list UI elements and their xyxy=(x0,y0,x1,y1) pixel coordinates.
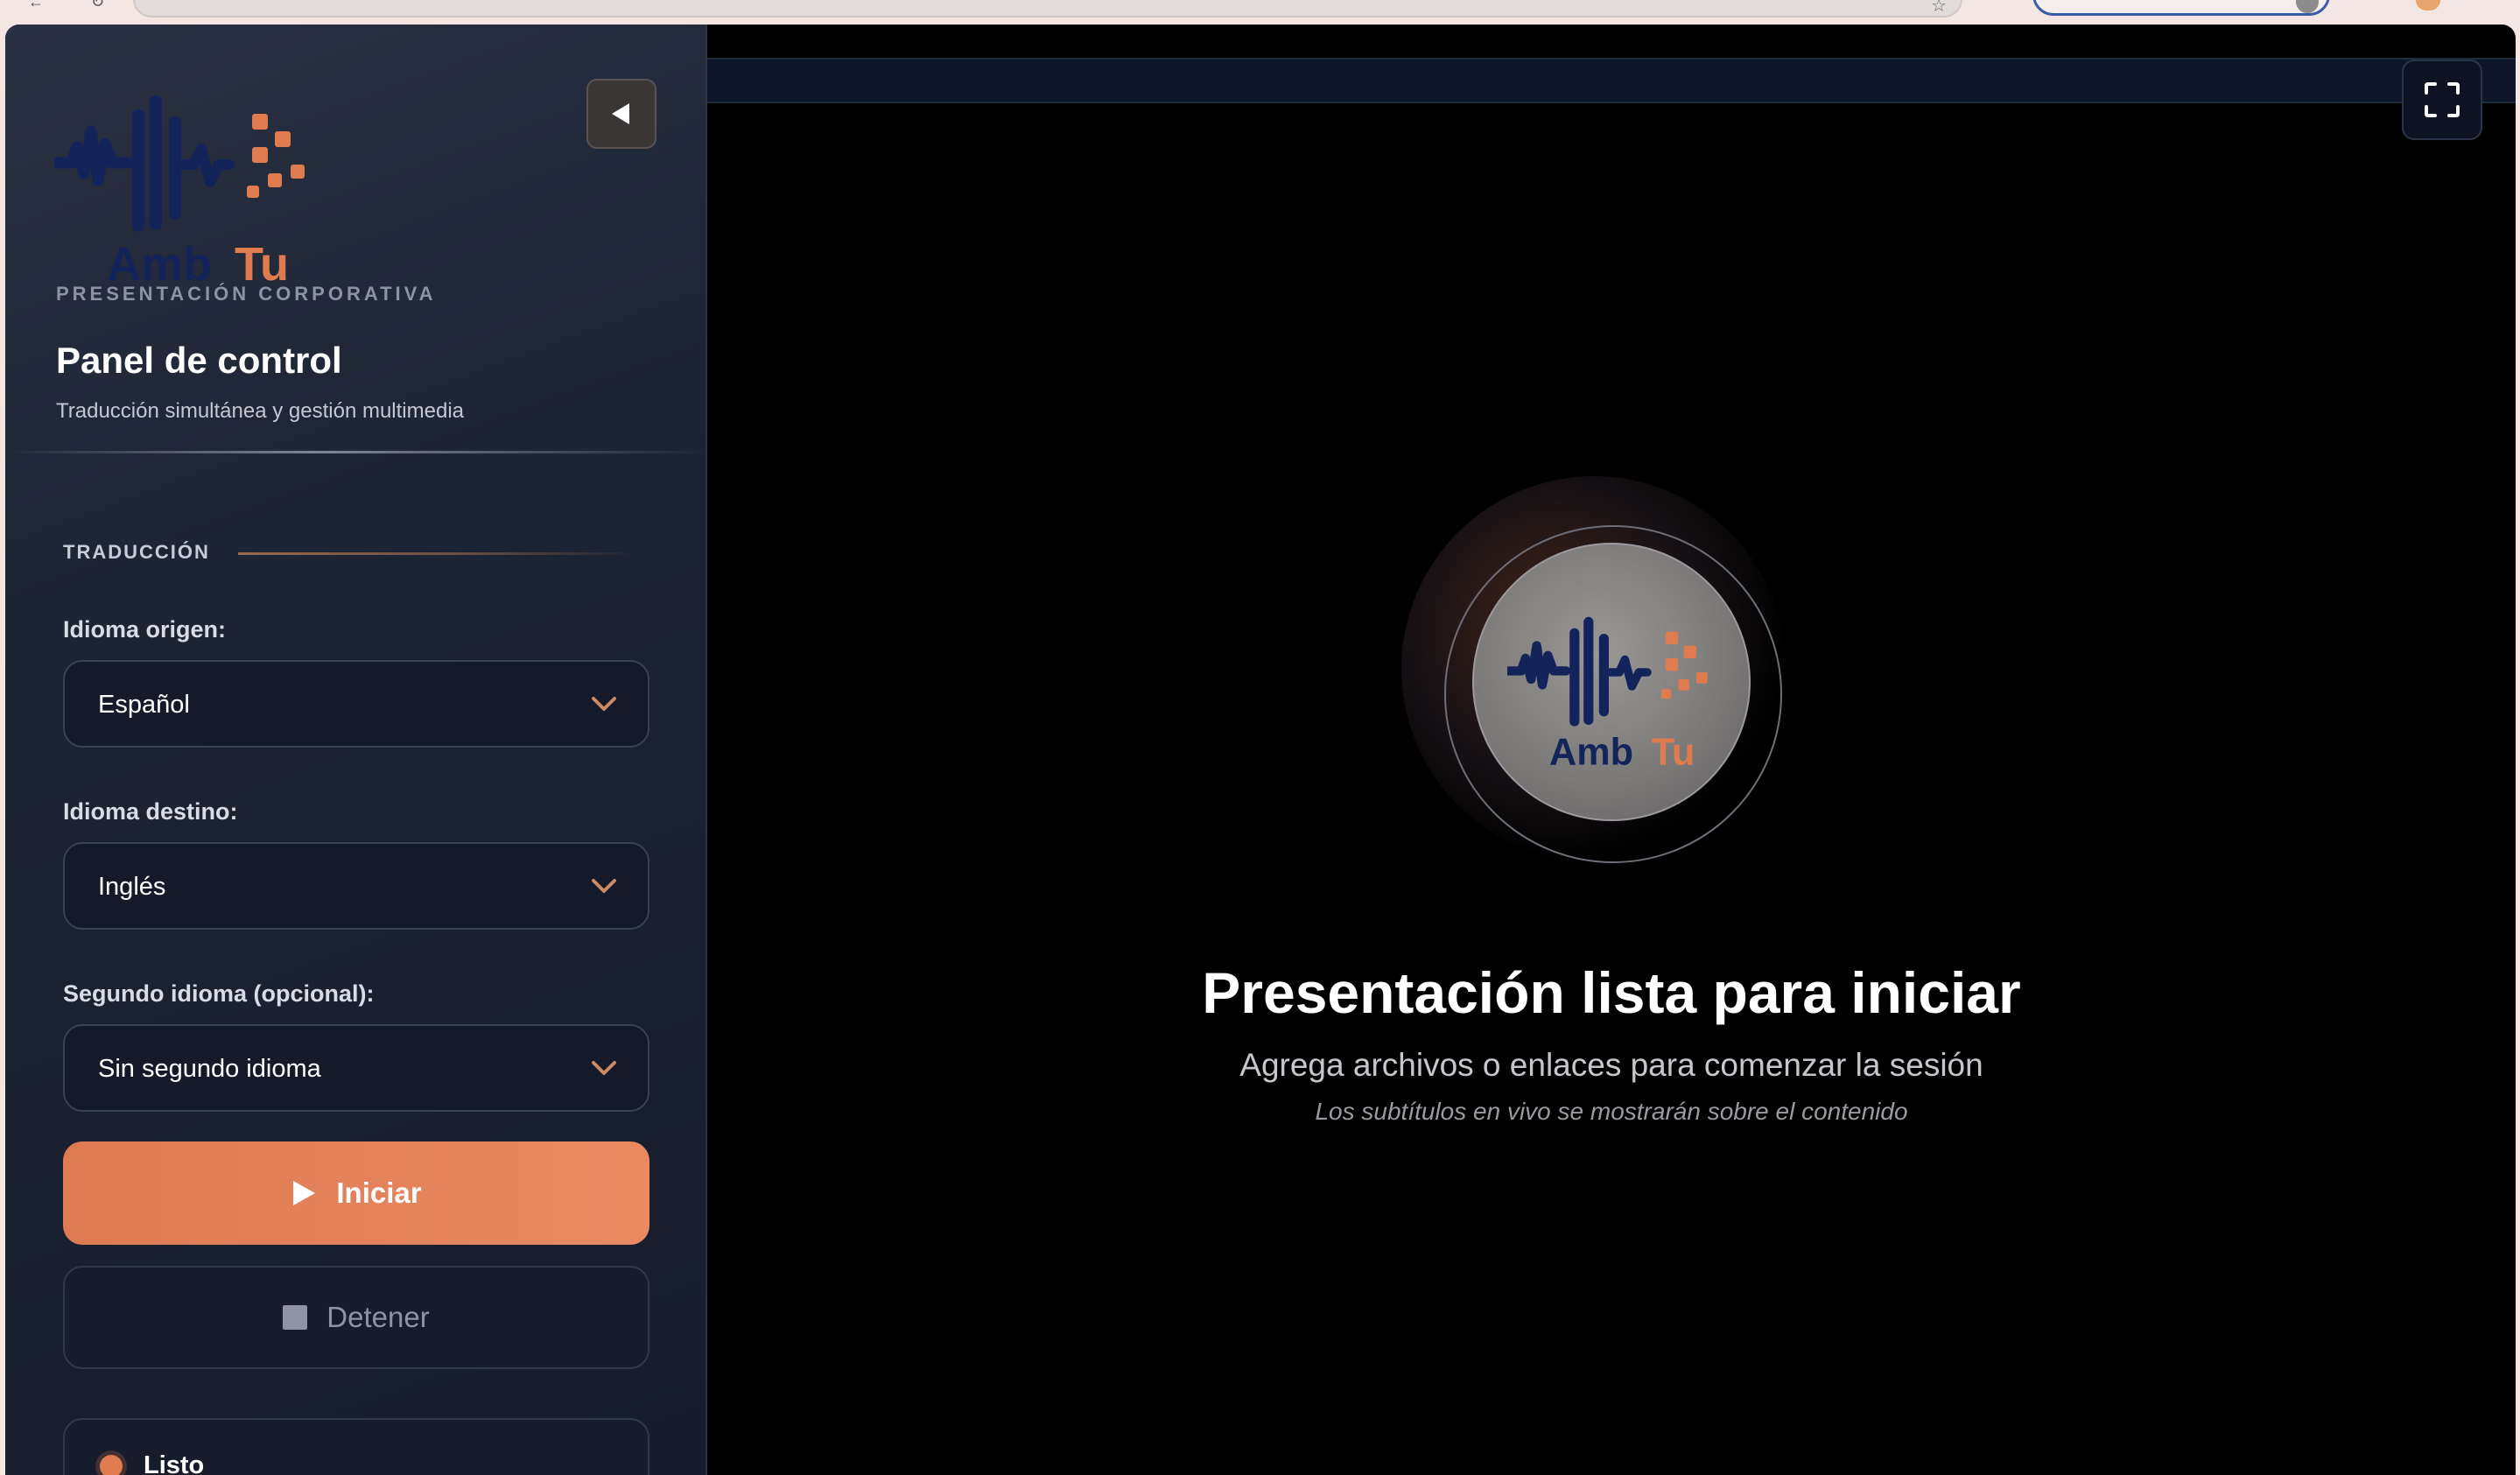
second-language-select[interactable]: Sin segundo idioma xyxy=(63,1024,649,1112)
stage-note: Los subtítulos en vivo se mostrarán sobr… xyxy=(1315,1098,1908,1125)
target-language-value: Inglés xyxy=(98,873,166,901)
extension-icon[interactable] xyxy=(2416,0,2440,11)
ambtu-logo: Amb Tu xyxy=(54,95,305,291)
sidebar: Amb Tu PRESENTACIÓN CORPORATIVA Panel de… xyxy=(5,25,707,1475)
avatar xyxy=(2296,0,2319,13)
panel-title: Panel de control xyxy=(56,340,342,381)
sidebar-header: Amb Tu PRESENTACIÓN CORPORATIVA Panel de… xyxy=(5,25,707,453)
app-window: Amb Tu PRESENTACIÓN CORPORATIVA Panel de… xyxy=(5,25,2516,1475)
fullscreen-icon xyxy=(2425,82,2460,117)
logo-word-amb: Amb xyxy=(1549,732,1633,774)
panel-description: Traducción simultánea y gestión multimed… xyxy=(56,399,464,423)
triangle-left-icon xyxy=(612,103,629,124)
second-language-value: Sin segundo idioma xyxy=(98,1055,321,1083)
address-bar[interactable]: ☆ xyxy=(133,0,1962,18)
stage-title: Presentación lista para iniciar xyxy=(1202,960,2021,1025)
start-button-label: Iniciar xyxy=(336,1176,422,1209)
collapse-sidebar-button[interactable] xyxy=(586,79,656,149)
stage-subtitle: Agrega archivos o enlaces para comenzar … xyxy=(1239,1047,1983,1083)
browser-toolbar: ← ↻ ☆ xyxy=(0,0,2520,25)
brand-subtitle: PRESENTACIÓN CORPORATIVA xyxy=(56,283,437,305)
logo-word-tu: Tu xyxy=(1652,732,1695,774)
source-language-value: Español xyxy=(98,691,190,719)
section-divider xyxy=(238,552,641,555)
reload-icon[interactable]: ↻ xyxy=(91,0,110,11)
stop-button[interactable]: Detener xyxy=(63,1266,649,1369)
fullscreen-button[interactable] xyxy=(2402,60,2482,140)
play-icon xyxy=(293,1181,316,1205)
status-text: Listo xyxy=(144,1451,205,1475)
ambtu-logo-center: Amb Tu xyxy=(1507,616,1708,774)
presentation-stage: Amb Tu Presentación lista para iniciar A… xyxy=(707,25,2516,1475)
status-indicator-icon xyxy=(100,1455,123,1475)
bookmark-star-icon[interactable]: ☆ xyxy=(1931,0,1948,16)
target-language-select[interactable]: Inglés xyxy=(63,842,649,930)
chevron-down-icon xyxy=(592,697,616,711)
back-icon[interactable]: ← xyxy=(28,0,47,11)
source-language-label: Idioma origen: xyxy=(63,616,227,643)
status-card: Listo xyxy=(63,1418,649,1475)
source-language-select[interactable]: Español xyxy=(63,660,649,748)
section-label-translation: TRADUCCIÓN xyxy=(63,541,210,563)
profile-button[interactable] xyxy=(2032,0,2330,16)
chevron-down-icon xyxy=(592,879,616,893)
second-language-label: Segundo idioma (opcional): xyxy=(63,980,375,1007)
media-top-bar xyxy=(707,58,2516,103)
stop-square-icon xyxy=(283,1305,308,1330)
stop-button-label: Detener xyxy=(326,1301,430,1333)
chevron-down-icon xyxy=(592,1061,616,1075)
target-language-label: Idioma destino: xyxy=(63,798,238,825)
start-button[interactable]: Iniciar xyxy=(63,1141,649,1245)
